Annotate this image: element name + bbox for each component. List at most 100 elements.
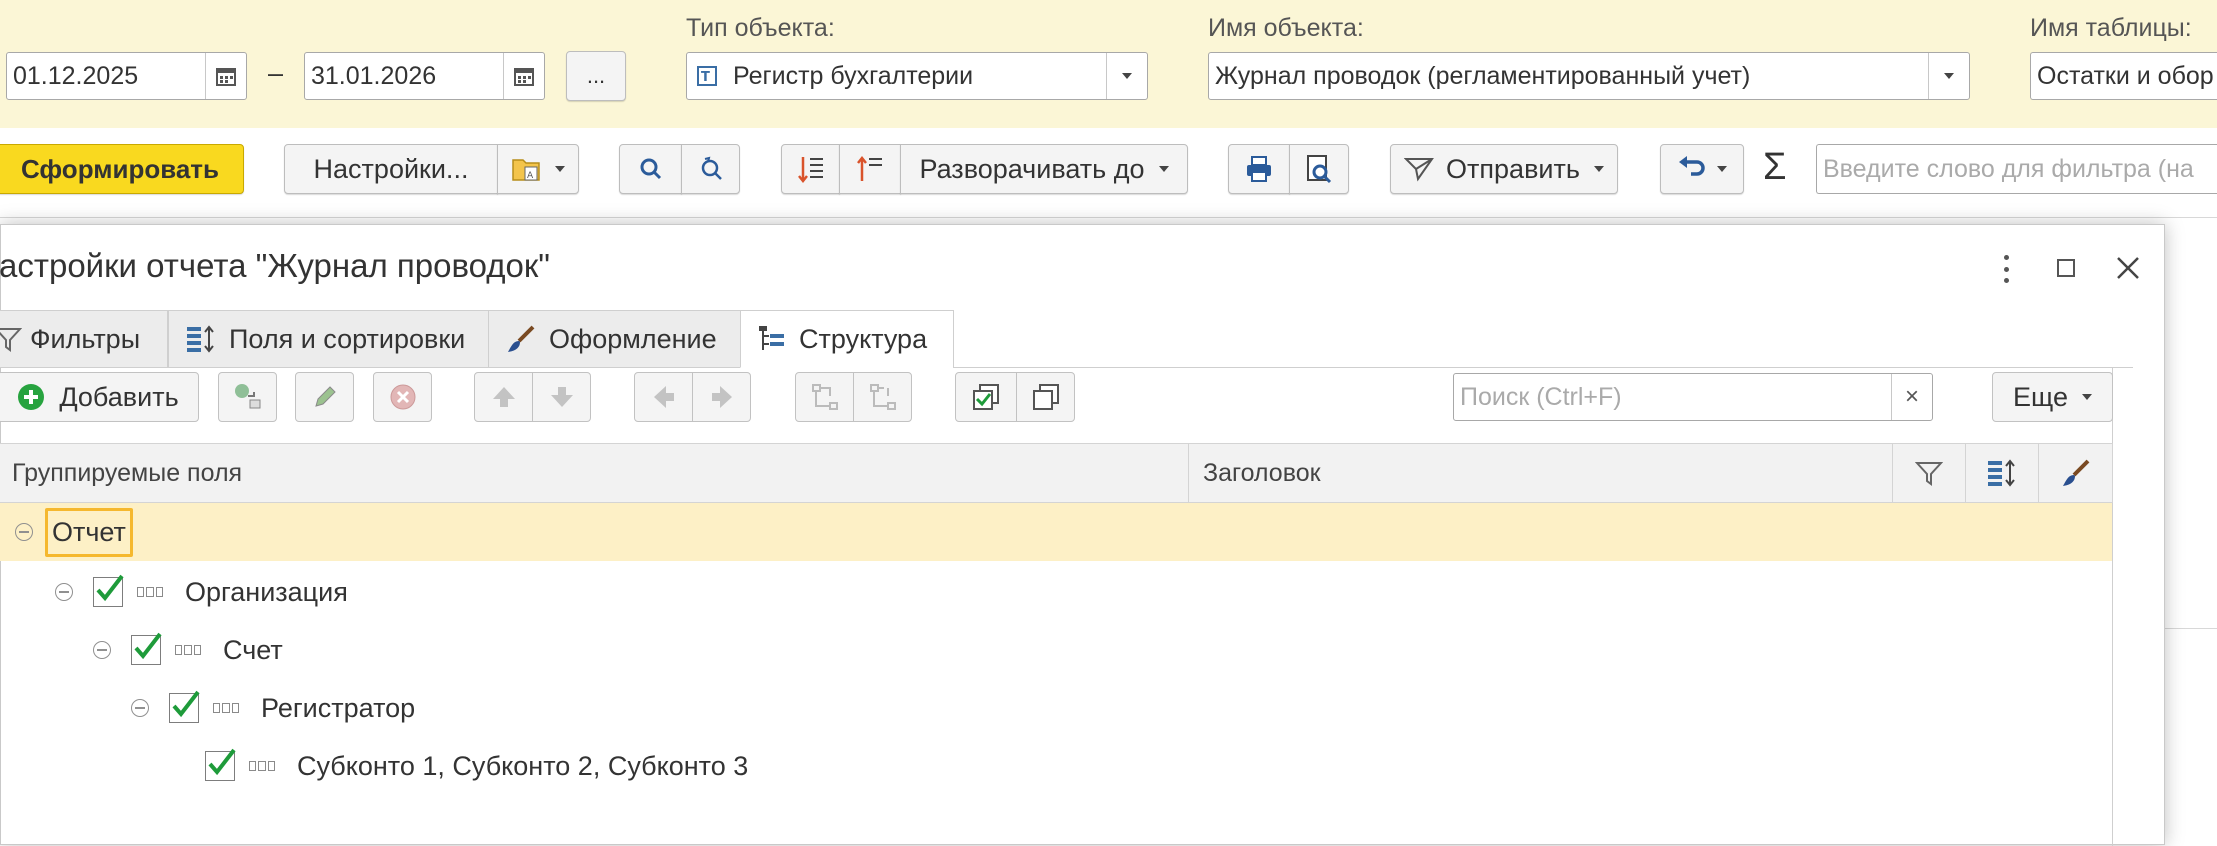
collapse-icon[interactable] <box>15 523 33 541</box>
go-to-button[interactable] <box>1660 144 1744 194</box>
tab-filters[interactable]: Фильтры <box>0 310 168 368</box>
tree-row-label: Отчет <box>45 507 133 557</box>
arrow-up-icon <box>492 387 515 407</box>
search-icon <box>640 158 661 180</box>
collapse-icon[interactable] <box>131 699 149 717</box>
expand-to-label: Разворачивать до <box>919 153 1145 184</box>
tree-row-account[interactable]: Счет <box>93 621 283 679</box>
close-icon[interactable] <box>2115 255 2141 281</box>
printer-icon <box>1247 156 1271 182</box>
tree-row-subconto[interactable]: Субконто 1, Субконто 2, Субконто 3 <box>205 737 748 795</box>
object-name-select[interactable]: Журнал проводок (регламентированный учет… <box>1208 52 1970 100</box>
column-fields-sort[interactable] <box>1965 443 2039 503</box>
fields-sort-icon <box>187 325 214 353</box>
tree-row-label: Субконто 1, Субконто 2, Субконто 3 <box>297 750 749 781</box>
tree-row-label: Регистратор <box>261 692 416 723</box>
object-type-select[interactable]: Т Регистр бухгалтерии <box>686 52 1148 100</box>
tree-row-report[interactable]: Отчет <box>0 503 2112 561</box>
clear-search-icon[interactable]: × <box>1891 374 1932 420</box>
arrow-down-icon <box>550 387 573 407</box>
group-icon <box>811 384 838 410</box>
delete-button[interactable] <box>373 372 432 422</box>
column-grouped-fields[interactable]: Группируемые поля <box>0 443 1189 503</box>
table-name-select[interactable]: Остатки и обор <box>2030 52 2217 100</box>
calendar-icon[interactable] <box>503 53 544 99</box>
search-field[interactable]: Поиск (Ctrl+F) × <box>1453 373 1933 421</box>
filter-placeholder: Введите слово для фильтра (на <box>1823 154 2194 183</box>
brush-icon <box>2062 459 2089 486</box>
edit-button[interactable] <box>295 372 354 422</box>
maximize-icon[interactable] <box>2057 259 2075 277</box>
move-left-button[interactable] <box>634 372 693 422</box>
move-right-button[interactable] <box>692 372 751 422</box>
tab-structure-label: Структура <box>799 323 928 354</box>
search-placeholder: Поиск (Ctrl+F) <box>1460 382 1622 411</box>
date-to-field[interactable]: 31.01.2026 <box>304 52 545 100</box>
checkbox[interactable] <box>205 748 236 781</box>
more-options-icon[interactable] <box>2001 255 2011 283</box>
column-heading[interactable]: Заголовок <box>1188 443 1893 503</box>
checkbox[interactable] <box>93 574 124 607</box>
search-next-button[interactable] <box>681 144 740 194</box>
more-button-label: Еще <box>2013 381 2068 412</box>
period-select-button[interactable]: ... <box>566 51 626 101</box>
expand-to-button[interactable]: Разворачивать до <box>900 144 1188 194</box>
expand-all-button[interactable] <box>781 144 840 194</box>
tab-appearance-label: Оформление <box>549 323 717 354</box>
ungroup-icon <box>869 384 896 410</box>
add-grouping-button[interactable] <box>218 372 277 422</box>
grouping-icon <box>137 587 163 597</box>
uncheck-all-button[interactable] <box>1016 372 1075 422</box>
filter-icon <box>1915 462 1943 486</box>
more-button[interactable]: Еще <box>1992 372 2113 422</box>
add-button-label: Добавить <box>59 381 179 412</box>
tree-row-label: Счет <box>223 634 283 665</box>
generate-button[interactable]: Сформировать <box>0 144 244 194</box>
table-name-label: Имя таблицы: <box>2030 14 2192 42</box>
date-dash: – <box>268 58 284 88</box>
tab-fields-sorting[interactable]: Поля и сортировки <box>168 310 489 368</box>
move-up-button[interactable] <box>474 372 533 422</box>
checkbox[interactable] <box>131 632 162 665</box>
object-name-label: Имя объекта: <box>1208 14 1364 42</box>
plus-circle-icon <box>18 384 45 410</box>
object-name-value: Журнал проводок (регламентированный учет… <box>1215 61 1751 90</box>
search-refresh-icon <box>701 156 722 180</box>
search-button[interactable] <box>619 144 682 194</box>
send-button[interactable]: Отправить <box>1390 144 1618 194</box>
collapse-all-button[interactable] <box>839 144 901 194</box>
tree-row-label: Организация <box>185 576 348 607</box>
brush-icon <box>508 325 535 352</box>
group-button[interactable] <box>795 372 854 422</box>
date-from-field[interactable]: 01.12.2025 <box>6 52 247 100</box>
move-down-button[interactable] <box>532 372 591 422</box>
filter-bar: 01.12.2025 – 31.01.2026 ... Тип объекта:… <box>0 0 2217 128</box>
fields-sort-icon <box>1988 459 2015 487</box>
chevron-down-icon[interactable] <box>1106 53 1147 99</box>
report-settings-dialog: астройки отчета "Журнал проводок" Фильтр… <box>0 224 2165 846</box>
pencil-icon <box>314 386 336 407</box>
print-preview-button[interactable] <box>1289 144 1349 194</box>
variant-menu-button[interactable]: A <box>497 144 579 194</box>
tab-appearance[interactable]: Оформление <box>488 310 741 368</box>
chevron-down-icon[interactable] <box>1928 53 1969 99</box>
column-filter[interactable] <box>1892 443 1966 503</box>
structure-icon <box>759 326 784 350</box>
column-appearance[interactable] <box>2038 443 2113 503</box>
sum-icon[interactable]: Σ <box>1763 146 1787 189</box>
grouping-icon <box>213 703 239 713</box>
tree-row-organization[interactable]: Организация <box>55 563 348 621</box>
filter-input[interactable]: Введите слово для фильтра (на <box>1816 144 2217 194</box>
collapse-icon[interactable] <box>55 583 73 601</box>
add-button[interactable]: Добавить <box>0 372 199 422</box>
tab-structure[interactable]: Структура <box>740 310 954 368</box>
ungroup-button[interactable] <box>853 372 912 422</box>
check-all-button[interactable] <box>955 372 1017 422</box>
calendar-icon[interactable] <box>205 53 246 99</box>
collapse-icon[interactable] <box>93 641 111 659</box>
tree-row-registrar[interactable]: Регистратор <box>131 679 415 737</box>
print-button[interactable] <box>1228 144 1290 194</box>
checkbox[interactable] <box>169 690 200 723</box>
settings-button[interactable]: Настройки... <box>284 144 498 194</box>
svg-text:Т: Т <box>701 70 710 85</box>
